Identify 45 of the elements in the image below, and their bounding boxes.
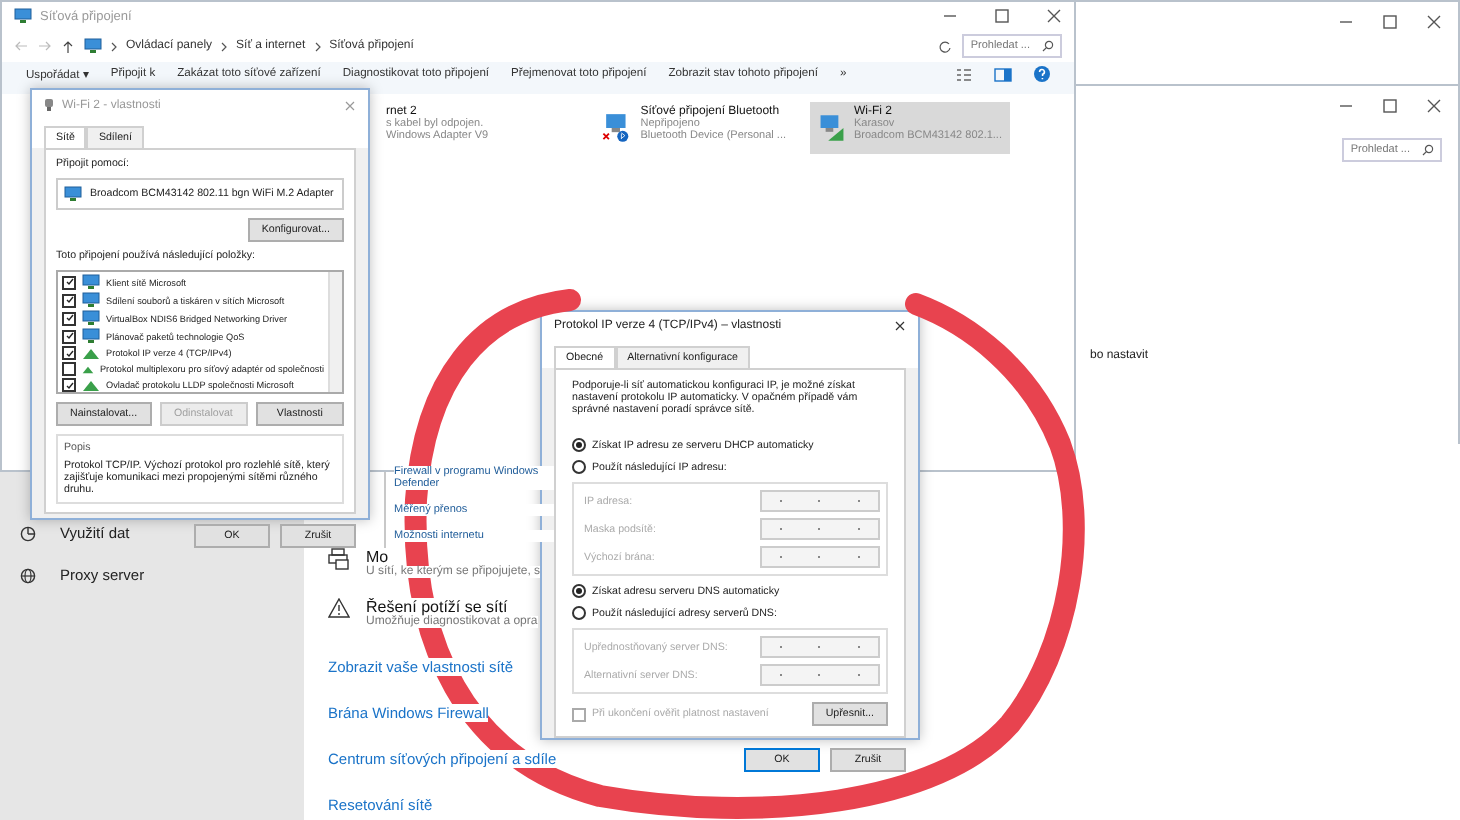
view-options-icon[interactable]: [956, 67, 972, 81]
checkbox[interactable]: [62, 362, 76, 376]
chevron-icon: [220, 41, 229, 51]
help-icon[interactable]: [1034, 66, 1050, 82]
radio-button[interactable]: [572, 438, 586, 452]
maximize-icon[interactable]: [1382, 14, 1398, 30]
search-icon: [1422, 144, 1434, 156]
close-icon[interactable]: [1426, 98, 1442, 114]
ip-address-field: [760, 490, 880, 512]
checkbox[interactable]: [62, 378, 76, 392]
maximize-icon[interactable]: [1382, 98, 1398, 114]
close-icon[interactable]: [894, 320, 906, 332]
ip-address-field: [760, 636, 880, 658]
chevron-icon: [313, 41, 322, 51]
network-adapter-icon: [64, 186, 82, 202]
checkbox[interactable]: [62, 311, 76, 325]
checkbox[interactable]: [62, 275, 76, 289]
up-arrow-icon[interactable]: [62, 39, 74, 53]
radio-button[interactable]: [572, 460, 586, 474]
preview-pane-icon[interactable]: [994, 67, 1012, 81]
checkbox[interactable]: [572, 707, 586, 721]
radio-button[interactable]: [572, 606, 586, 620]
wifi-adapter-icon: [44, 98, 54, 112]
checkbox[interactable]: [62, 329, 76, 343]
close-icon[interactable]: [1426, 14, 1442, 30]
chevron-icon: [110, 41, 118, 51]
maximize-icon[interactable]: [994, 8, 1010, 24]
close-icon[interactable]: [1046, 8, 1062, 24]
printer-icon: [328, 548, 350, 570]
network-folder-icon: [84, 38, 102, 54]
pie-chart-icon: [20, 525, 36, 541]
scrollbar[interactable]: [328, 272, 342, 392]
section-title: Mo: [366, 548, 389, 566]
refresh-icon[interactable]: [938, 39, 953, 53]
network-folder-icon: [14, 8, 32, 24]
ip-address-field: [760, 664, 880, 686]
warning-icon: [328, 598, 350, 618]
search-icon: [1042, 40, 1054, 52]
checkbox[interactable]: [62, 293, 76, 307]
ip-address-field: [760, 518, 880, 540]
radio-button[interactable]: [572, 584, 586, 598]
section-title: Řešení potíží se sítí: [366, 598, 508, 616]
ip-address-field: [760, 546, 880, 568]
globe-icon: [20, 567, 36, 583]
checkbox[interactable]: [62, 346, 76, 360]
